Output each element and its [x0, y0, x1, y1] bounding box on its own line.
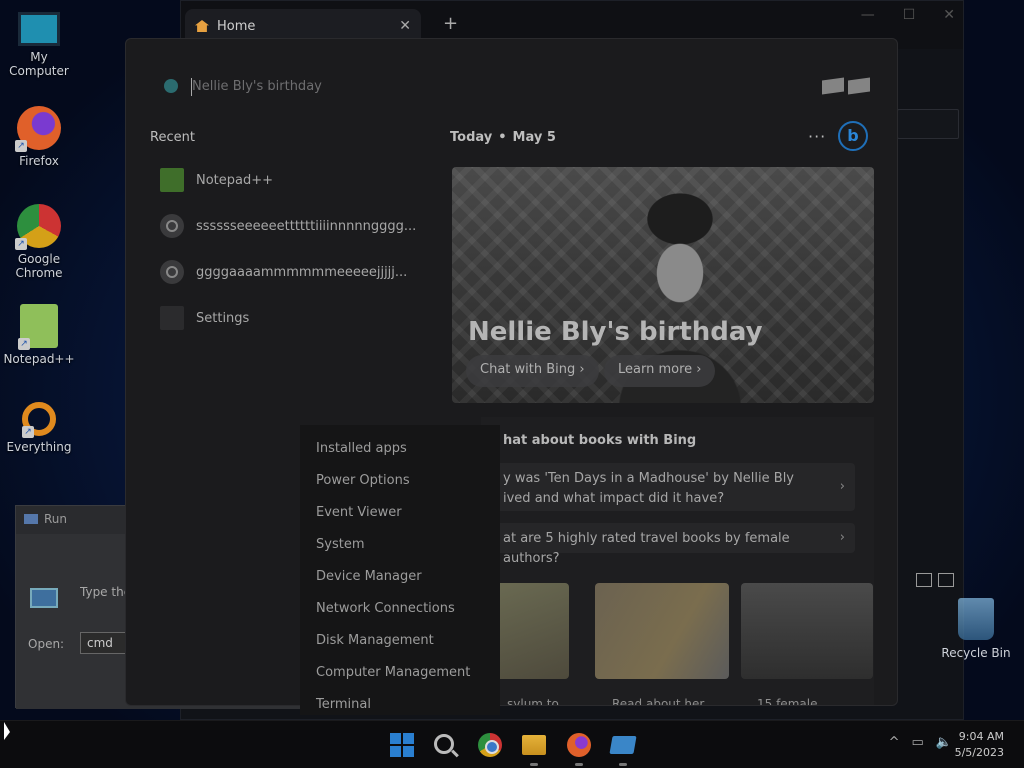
hero-card[interactable]: Nellie Bly's birthday Chat with Bing › L… — [452, 167, 874, 403]
shortcut-arrow-icon: ↗ — [22, 426, 34, 438]
recycle-bin-icon — [958, 598, 994, 640]
monitor-icon — [18, 12, 60, 46]
running-indicator — [575, 763, 583, 766]
firefox-icon: ↗ — [15, 106, 61, 152]
list-view-icon[interactable] — [916, 573, 932, 587]
start-button[interactable] — [390, 733, 414, 757]
notepadpp-icon: ↗ — [18, 304, 58, 350]
system-tray: ^ ▭ 🔈 — [889, 735, 952, 750]
close-icon[interactable]: ✕ — [943, 7, 955, 23]
bing-icon[interactable]: b — [838, 121, 868, 151]
minimize-icon[interactable]: — — [861, 7, 875, 23]
search-box[interactable]: Nellie Bly's birthday — [150, 75, 870, 101]
hero-title: Nellie Bly's birthday — [468, 317, 763, 347]
taskbar-search-icon[interactable] — [434, 734, 454, 754]
running-indicator — [530, 763, 538, 766]
search-icon — [160, 260, 184, 284]
share-icon[interactable] — [848, 77, 870, 95]
shortcut-arrow-icon: ↗ — [15, 140, 27, 152]
menu-item-disk-management[interactable]: Disk Management — [316, 633, 434, 648]
search-icon — [160, 214, 184, 238]
menu-item-system[interactable]: System — [316, 537, 364, 552]
chevron-right-icon: › — [696, 362, 702, 377]
taskbar-chrome-icon[interactable] — [478, 733, 502, 757]
view-toggle — [916, 573, 954, 587]
notepadpp-icon — [160, 168, 184, 192]
desktop-icon-notepadpp[interactable]: ↗ Notepad++ — [1, 304, 77, 366]
question-card-madhouse[interactable]: y was 'Ten Days in a Madhouse' by Nellie… — [495, 463, 855, 511]
desktop-icon-everything[interactable]: ↗ Everything — [1, 402, 77, 454]
menu-item-computer-management[interactable]: Computer Management — [316, 665, 470, 680]
tab-title: Home — [217, 18, 256, 34]
open-label: Open: — [28, 637, 65, 651]
recent-item-notepadpp[interactable]: Notepad++ — [160, 165, 430, 195]
new-tab-button[interactable]: + — [443, 13, 458, 34]
chevron-right-icon: › — [839, 479, 845, 494]
menu-item-network-connections[interactable]: Network Connections — [316, 601, 455, 616]
shortcut-arrow-icon: ↗ — [15, 238, 27, 250]
taskbar-run-icon[interactable] — [609, 736, 637, 754]
books-card: hat about books with Bing y was 'Ten Day… — [481, 417, 874, 706]
search-input[interactable]: Nellie Bly's birthday — [192, 79, 322, 94]
shortcut-arrow-icon: ↗ — [18, 338, 30, 350]
desktop-icon-my-computer[interactable]: My Computer — [1, 8, 77, 78]
tile-view-icon[interactable] — [938, 573, 954, 587]
mouse-cursor — [4, 722, 10, 740]
thumbnail-asylum[interactable] — [491, 583, 569, 679]
thumbnail-caption: 15 female — [757, 697, 818, 706]
close-tab-icon[interactable]: ✕ — [399, 18, 411, 34]
thumbnail-caption: Read about her — [612, 697, 705, 706]
power-user-menu: Installed apps Power Options Event Viewe… — [300, 425, 500, 715]
recent-item-search-1[interactable]: sssssseeeeeettttttiiiinnnnngggg... — [160, 211, 430, 241]
menu-item-device-manager[interactable]: Device Manager — [316, 569, 422, 584]
recent-item-settings[interactable]: Settings — [160, 303, 430, 333]
thumbnail-caption: sylum to — [507, 697, 559, 706]
running-indicator — [619, 763, 627, 766]
today-header: Today • May 5 — [450, 130, 556, 145]
chat-with-bing-button[interactable]: Chat with Bing › — [466, 355, 599, 387]
menu-item-terminal[interactable]: Terminal — [316, 697, 371, 712]
chevron-right-icon: › — [839, 530, 845, 545]
header-icons — [822, 77, 870, 95]
taskbar-firefox-icon[interactable] — [567, 733, 591, 757]
settings-icon — [160, 306, 184, 330]
learn-more-button[interactable]: Learn more › — [604, 355, 716, 387]
taskbar-file-explorer-icon[interactable] — [522, 735, 546, 755]
chrome-icon: ↗ — [15, 204, 61, 250]
desktop-icon-firefox[interactable]: ↗ Firefox — [1, 106, 77, 168]
question-card-travel-books[interactable]: at are 5 highly rated travel books by fe… — [495, 523, 855, 566]
tray-chevron-icon[interactable]: ^ — [889, 735, 900, 750]
menu-item-event-viewer[interactable]: Event Viewer — [316, 505, 402, 520]
books-heading: hat about books with Bing — [503, 433, 697, 448]
taskbar-clock[interactable]: 9:04 AM 5/5/2023 — [955, 729, 1004, 761]
window-controls: — ☐ ✕ — [861, 7, 955, 23]
desktop-icon-chrome[interactable]: ↗ Google Chrome — [1, 204, 77, 280]
thumbnail-female[interactable] — [741, 583, 873, 679]
network-icon[interactable]: ▭ — [912, 735, 924, 750]
volume-icon[interactable]: 🔈 — [936, 735, 952, 750]
card-icon[interactable] — [822, 77, 844, 95]
home-icon — [195, 20, 209, 32]
taskbar: ^ ▭ 🔈 9:04 AM 5/5/2023 — [0, 720, 1024, 768]
search-flyout: Nellie Bly's birthday Recent Notepad++ s… — [125, 38, 898, 706]
browser-search-box[interactable] — [897, 109, 959, 139]
recent-item-search-2[interactable]: ggggaaaammmmmmeeeeejjjjj... — [160, 257, 430, 287]
desktop-icon-recycle-bin[interactable]: Recycle Bin — [940, 598, 1012, 660]
search-icon — [164, 79, 178, 93]
chevron-right-icon: › — [579, 362, 585, 377]
menu-item-installed-apps[interactable]: Installed apps — [316, 441, 407, 456]
maximize-icon[interactable]: ☐ — [903, 7, 916, 23]
recent-heading: Recent — [150, 130, 195, 145]
everything-search-icon: ↗ — [22, 402, 56, 438]
menu-item-power-options[interactable]: Power Options — [316, 473, 410, 488]
thumbnail-map[interactable] — [595, 583, 729, 679]
run-program-icon — [30, 588, 58, 608]
run-icon — [24, 514, 38, 524]
more-options-icon[interactable]: ··· — [808, 127, 826, 146]
